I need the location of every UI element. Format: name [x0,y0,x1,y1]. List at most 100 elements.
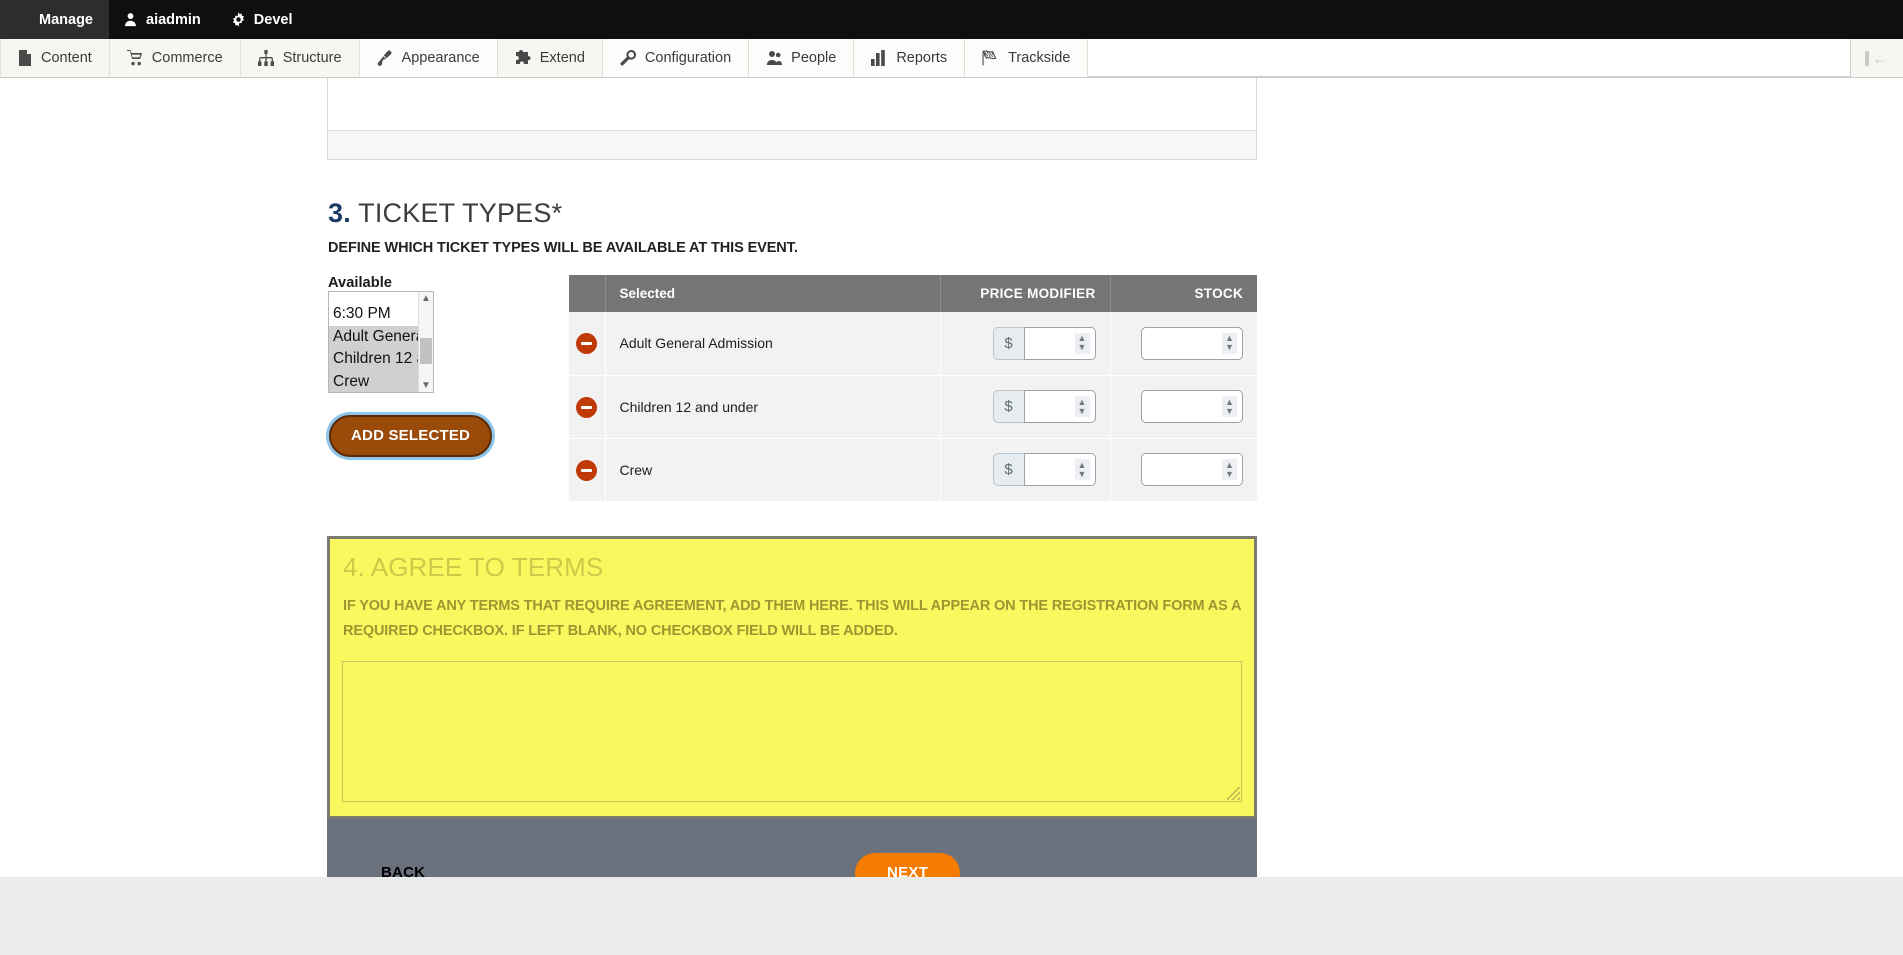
ticket-types-row: Available 6:30 PM Adult General Admissio… [327,275,1257,502]
table-header-row: Selected PRICE MODIFIER STOCK [569,275,1257,312]
orientation-toggle-button[interactable]: ← [1850,39,1903,77]
menu-item-commerce[interactable]: Commerce [109,39,241,77]
price-modifier-input[interactable]: ▲ ▼ [1023,326,1096,360]
remove-cell [569,312,606,376]
spinner-icon[interactable]: ▲ ▼ [1222,332,1237,354]
stock-cell: ▲ ▼ [1110,438,1257,502]
available-listbox[interactable]: 6:30 PM Adult General Admission Children… [328,291,434,393]
menu-item-reports[interactable]: Reports [854,39,966,77]
people-icon [766,50,783,66]
remove-icon[interactable] [576,459,598,481]
stock-input-group: ▲ ▼ [1125,453,1243,486]
table-row: Crew $ ▲ ▼ ▲ ▼ [569,438,1257,502]
toolbar-tab-user-label: aiadmin [146,11,201,28]
orientation-toggle-icon: ← [1865,50,1889,67]
spinner-icon[interactable]: ▲ ▼ [1074,396,1090,417]
user-icon [123,12,138,27]
table-row: Children 12 and under $ ▲ ▼ ▲ ▼ [569,375,1257,439]
toolbar-tab-user[interactable]: aiadmin [109,0,217,39]
menu-item-configuration[interactable]: Configuration [602,39,750,77]
available-listbox-options: 6:30 PM Adult General Admission Children… [329,292,418,392]
menu-item-configuration-label: Configuration [644,50,732,66]
previous-section-panel-body [328,78,1256,130]
column-header-stock: STOCK [1110,275,1257,312]
menu-item-people[interactable]: People [749,39,855,77]
table-body: Adult General Admission $ ▲ ▼ ▲ ▼ Childr… [569,312,1257,502]
remove-icon[interactable] [576,396,598,418]
checkered-flag-icon [982,50,999,66]
add-selected-button[interactable]: ADD SELECTED [329,415,493,457]
toolbar-top-bar: Manage aiadmin Devel [0,0,1903,39]
toolbar-menu-spacer [1088,39,1850,77]
remove-cell [569,375,606,439]
price-modifier-input[interactable]: ▲ ▼ [1023,453,1096,486]
toolbar-tab-devel[interactable]: Devel [217,0,309,39]
menu-item-appearance-label: Appearance [401,50,480,66]
stock-input[interactable]: ▲ ▼ [1141,326,1243,360]
section-description: DEFINE WHICH TICKET TYPES WILL BE AVAILA… [328,240,798,256]
structure-icon [257,50,274,66]
column-header-remove [569,275,606,312]
menu-item-appearance[interactable]: Appearance [359,39,498,77]
price-input-group: $ ▲ ▼ [955,453,1096,486]
list-item[interactable]: 6:30 PM [329,303,418,326]
menu-item-content[interactable]: Content [0,39,110,77]
menu-item-trackside[interactable]: Trackside [965,39,1089,77]
puzzle-icon [515,50,531,66]
terms-textarea[interactable] [342,660,1242,802]
ticket-type-name: Adult General Admission [605,312,941,376]
scrollbar-thumb[interactable] [420,338,432,364]
remove-cell [569,438,606,502]
stock-input-group: ▲ ▼ [1125,390,1243,423]
spinner-icon[interactable]: ▲ ▼ [1222,396,1237,417]
toolbar-tab-manage[interactable]: Manage [0,0,109,39]
menu-item-extend[interactable]: Extend [497,39,603,77]
resize-handle-icon[interactable] [1227,786,1240,800]
previous-section-panel-footer [328,130,1256,159]
spinner-icon[interactable]: ▲ ▼ [1222,459,1237,480]
price-modifier-input[interactable]: ▲ ▼ [1023,390,1096,423]
menu-item-structure-label: Structure [282,50,342,66]
menu-item-commerce-label: Commerce [151,50,223,66]
ticket-type-name: Crew [605,438,941,502]
menu-item-reports-label: Reports [896,50,948,66]
price-modifier-cell: $ ▲ ▼ [940,312,1111,376]
spinner-icon[interactable]: ▲ ▼ [1074,459,1090,480]
available-column: Available 6:30 PM Adult General Admissio… [327,275,527,457]
ticket-type-name: Children 12 and under [605,375,941,439]
menu-item-structure[interactable]: Structure [240,39,360,77]
cart-icon [126,50,143,66]
list-item-clipped[interactable] [329,292,418,303]
menu-item-extend-label: Extend [539,50,585,66]
toolbar-tab-devel-label: Devel [253,11,293,28]
price-modifier-cell: $ ▲ ▼ [940,375,1111,439]
price-input-group: $ ▲ ▼ [955,390,1096,423]
price-modifier-cell: $ ▲ ▼ [940,438,1111,502]
spinner-icon[interactable]: ▲ ▼ [1074,332,1090,354]
scroll-up-icon[interactable]: ▲ [421,292,431,305]
toolbar-menu-bar: Content Commerce Structure Appearance Ex [0,39,1903,78]
stock-input-group: ▲ ▼ [1125,326,1243,360]
available-listbox-scrollbar[interactable]: ▲ ▼ [418,292,433,392]
stock-input[interactable]: ▲ ▼ [1141,390,1243,423]
scroll-down-icon[interactable]: ▼ [421,379,431,392]
currency-symbol: $ [992,326,1024,360]
hamburger-icon [14,13,31,27]
available-label: Available [328,275,392,291]
table-row: Adult General Admission $ ▲ ▼ ▲ ▼ [569,312,1257,376]
remove-icon[interactable] [576,333,598,355]
list-item[interactable]: Crew [329,370,418,392]
stock-input[interactable]: ▲ ▼ [1141,453,1243,486]
selected-ticket-types-table-wrapper: Selected PRICE MODIFIER STOCK Adult Gene… [569,275,1257,502]
list-item[interactable]: Adult General Admission [329,325,418,348]
bar-chart-icon [871,50,887,66]
page-title-ticket-types: 3. TICKET TYPES* [328,198,1257,229]
agree-to-terms-section: 4. AGREE TO TERMS IF YOU HAVE ANY TERMS … [327,535,1257,819]
available-listbox-wrapper: 6:30 PM Adult General Admission Children… [328,291,434,393]
content-column: 3. TICKET TYPES* DEFINE WHICH TICKET TYP… [327,78,1257,927]
table-head: Selected PRICE MODIFIER STOCK [569,275,1257,312]
list-item[interactable]: Children 12 and under [329,348,418,371]
menu-item-people-label: People [791,50,837,66]
admin-toolbar: Manage aiadmin Devel Content Commerce St… [0,0,1903,78]
section-number: 3. [328,198,351,228]
